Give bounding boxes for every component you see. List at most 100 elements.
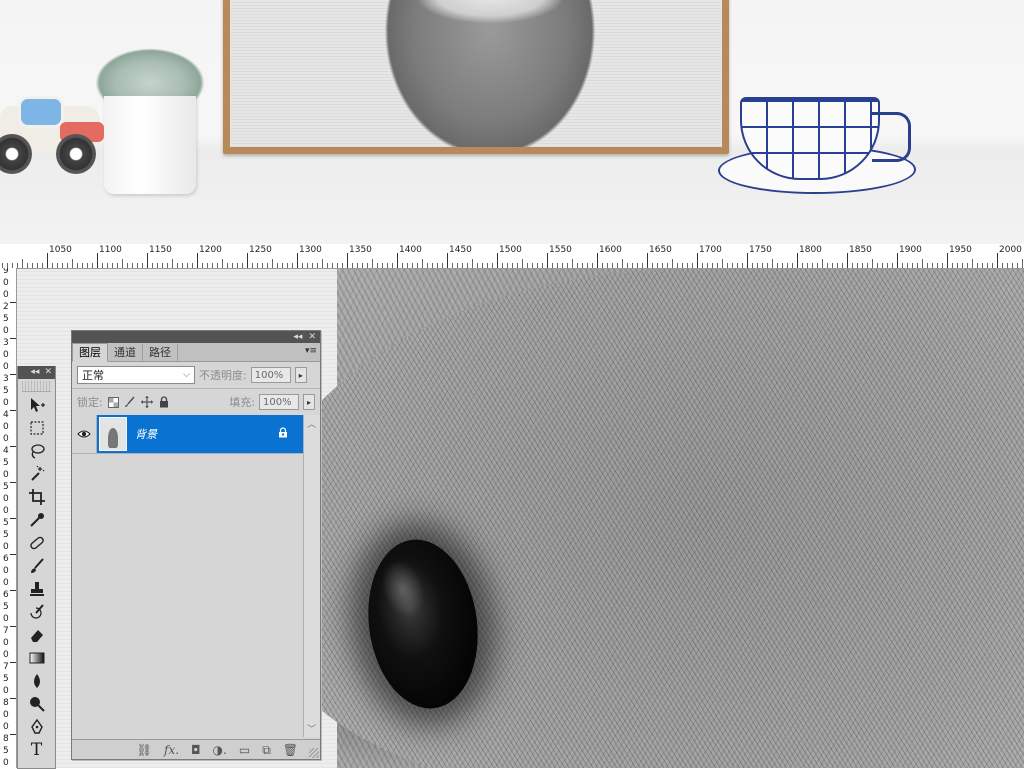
scroll-down-icon[interactable]: ﹀ — [307, 722, 316, 735]
ruler-minor-tick — [267, 263, 268, 268]
opacity-slider-arrow[interactable]: ▸ — [294, 367, 307, 383]
vertical-ruler[interactable]: 9 0 0 2 5 0 3 0 0 3 5 0 4 0 0 4 5 0 5 0 0 5 5 0 6 0 0 6 5 0 7 0 0 7 5 0 8 0 0 8… — [0, 268, 17, 768]
mask-icon[interactable]: ◘ — [191, 744, 201, 756]
history-brush-icon[interactable] — [23, 601, 51, 622]
close-icon[interactable]: ✕ — [308, 332, 316, 342]
panel-menu-icon[interactable]: ▾≡ — [305, 346, 317, 356]
ruler-minor-tick — [867, 263, 868, 268]
healing-brush-icon[interactable] — [23, 532, 51, 553]
ruler-minor-tick — [642, 263, 643, 268]
ruler-minor-tick — [242, 263, 243, 268]
ruler-minor-tick — [987, 263, 988, 268]
collapse-icon[interactable]: ◂◂ — [293, 332, 302, 342]
ruler-minor-tick — [737, 263, 738, 268]
tab-paths[interactable]: 路径 — [143, 344, 178, 361]
fx-icon[interactable]: fx. — [164, 744, 179, 756]
link-icon[interactable]: ⛓ — [137, 744, 152, 756]
lasso-tool-icon[interactable] — [23, 440, 51, 461]
ruler-minor-tick — [652, 263, 653, 268]
vruler-label: 5 — [3, 482, 9, 492]
layer-thumbnail — [99, 417, 127, 451]
eraser-tool-icon[interactable] — [23, 624, 51, 645]
close-icon[interactable]: ✕ — [44, 368, 52, 377]
group-icon[interactable]: ▭ — [239, 744, 250, 756]
crop-tool-icon[interactable] — [23, 486, 51, 507]
tab-layers[interactable]: 图层 — [72, 343, 108, 362]
ruler-minor-tick — [502, 263, 503, 268]
visibility-eye-icon[interactable] — [72, 415, 97, 453]
brush-tool-icon[interactable] — [23, 555, 51, 576]
vruler-label: 0 — [3, 578, 9, 588]
lock-all-icon[interactable] — [158, 396, 171, 409]
vruler-tick — [10, 518, 16, 519]
type-tool-icon[interactable]: T — [23, 739, 51, 760]
tab-channels[interactable]: 通道 — [108, 344, 143, 361]
ruler-minor-tick — [937, 263, 938, 268]
vruler-label: 7 — [3, 662, 9, 672]
ruler-minor-tick — [417, 263, 418, 268]
tools-grip[interactable] — [22, 381, 51, 392]
eyedropper-icon[interactable] — [23, 509, 51, 530]
ruler-minor-tick — [467, 263, 468, 268]
collapse-icon[interactable]: ◂◂ — [30, 368, 39, 377]
layers-panel-titlebar[interactable]: ◂◂ ✕ — [72, 331, 320, 343]
pen-tool-icon[interactable] — [23, 716, 51, 737]
ruler-major-tick — [597, 253, 598, 268]
dodge-tool-icon[interactable] — [23, 693, 51, 714]
ruler-minor-tick — [402, 263, 403, 268]
marquee-tool-icon[interactable] — [23, 417, 51, 438]
layers-scrollbar[interactable]: ︿ ﹀ — [303, 415, 320, 737]
move-tool-icon[interactable] — [23, 394, 51, 415]
vruler-tick — [10, 482, 16, 483]
layer-name[interactable]: 背景 — [135, 426, 157, 442]
ruler-minor-tick — [622, 259, 623, 268]
ruler-minor-tick — [857, 263, 858, 268]
opacity-input[interactable]: 100% — [250, 367, 291, 383]
adjustment-icon[interactable]: ◑. — [213, 744, 227, 756]
ruler-minor-tick — [132, 263, 133, 268]
ruler-minor-tick — [462, 263, 463, 268]
ruler-minor-tick — [527, 263, 528, 268]
ruler-minor-tick — [942, 263, 943, 268]
ruler-major-tick — [447, 253, 448, 268]
fill-slider-arrow[interactable]: ▸ — [303, 394, 315, 410]
chevron-down-icon: ⌵ — [183, 370, 190, 380]
ruler-label: 1900 — [899, 245, 922, 255]
lock-position-icon[interactable] — [141, 396, 154, 409]
vruler-tick — [10, 734, 16, 735]
ruler-minor-tick — [902, 263, 903, 268]
layer-background-selected[interactable]: 背景 — [97, 415, 303, 453]
ruler-minor-tick — [977, 263, 978, 268]
magic-wand-icon[interactable] — [23, 463, 51, 484]
ruler-minor-tick — [992, 263, 993, 268]
new-layer-icon[interactable]: ⧉ — [262, 744, 271, 756]
bunny-fur-area — [252, 269, 1024, 768]
ruler-minor-tick — [757, 263, 758, 268]
gradient-tool-icon[interactable] — [23, 647, 51, 668]
ruler-major-tick — [97, 253, 98, 268]
scroll-up-icon[interactable]: ︿ — [307, 417, 316, 430]
ruler-minor-tick — [452, 263, 453, 268]
vruler-tick — [10, 626, 16, 627]
ruler-minor-tick — [167, 263, 168, 268]
ruler-minor-tick — [177, 263, 178, 268]
resize-grip[interactable] — [309, 748, 319, 758]
layer-row[interactable]: 背景 — [72, 415, 303, 454]
ruler-minor-tick — [202, 263, 203, 268]
ruler-minor-tick — [787, 263, 788, 268]
horizontal-ruler[interactable]: 1050 1100 1150 1200 1250 1300 1350 1400 1450 1500… — [0, 244, 1024, 269]
lock-pixels-icon[interactable] — [124, 396, 137, 409]
ruler-minor-tick — [537, 263, 538, 268]
trash-icon[interactable]: 🗑 — [283, 744, 298, 756]
ruler-minor-tick — [1017, 263, 1018, 268]
tools-panel-header[interactable]: ◂◂ ✕ — [18, 366, 55, 379]
blend-mode-select[interactable]: 正常 ⌵ — [77, 366, 195, 384]
ruler-minor-tick — [637, 263, 638, 268]
blur-tool-icon[interactable] — [23, 670, 51, 691]
ruler-label: 1750 — [749, 245, 772, 255]
stamp-tool-icon[interactable] — [23, 578, 51, 599]
ruler-minor-tick — [572, 259, 573, 268]
ruler-minor-tick — [217, 263, 218, 268]
fill-input[interactable]: 100% — [259, 394, 299, 410]
lock-transparency-icon[interactable] — [107, 396, 120, 409]
